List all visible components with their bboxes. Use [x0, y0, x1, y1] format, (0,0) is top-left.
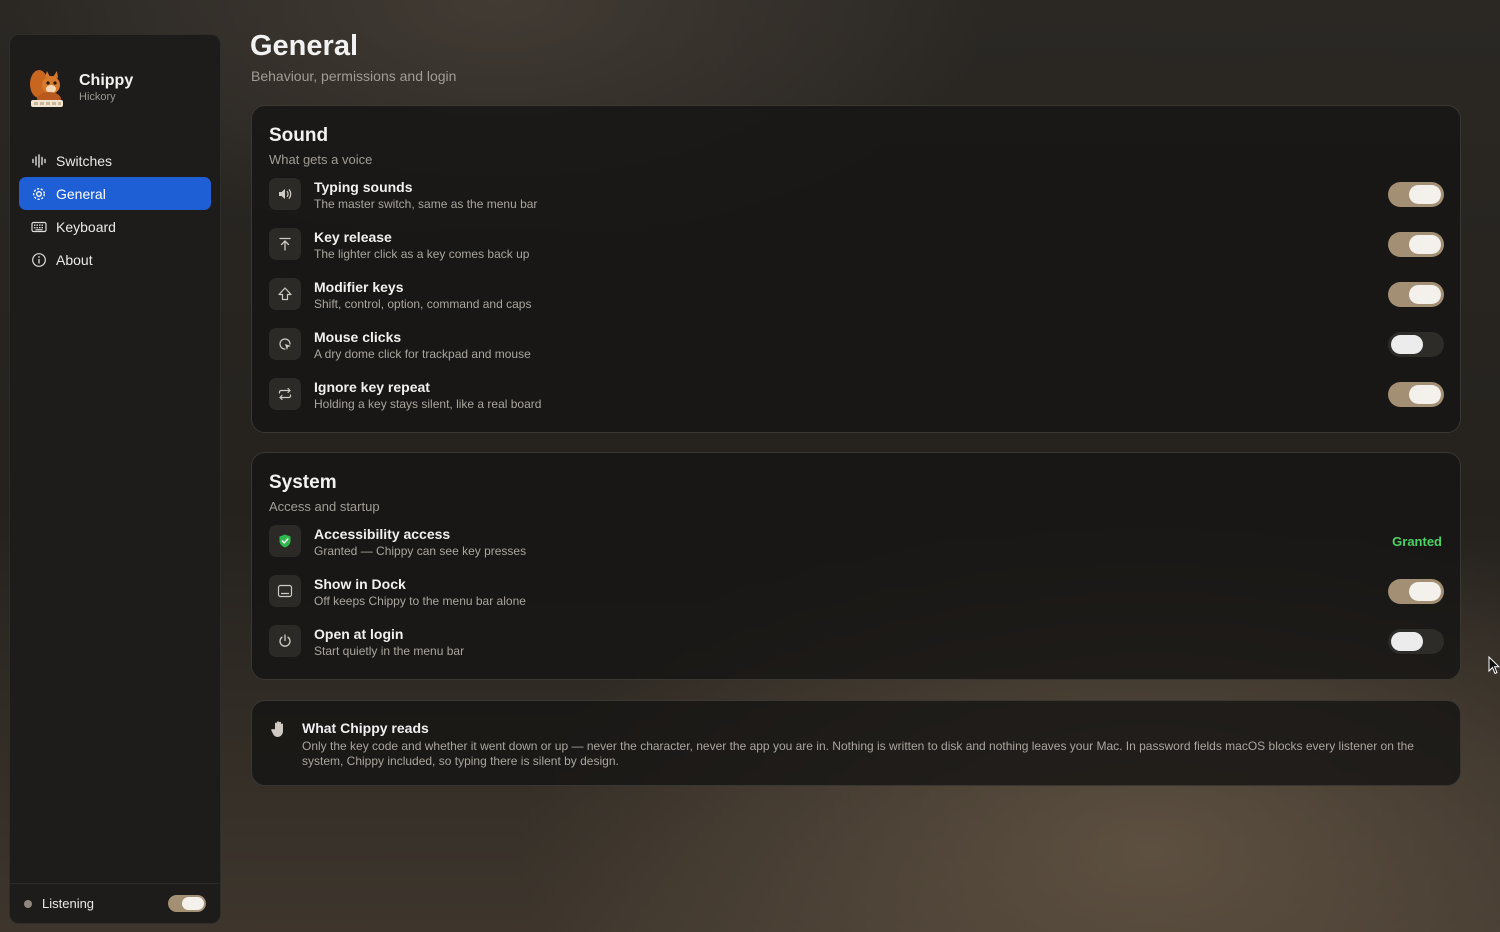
listening-status-dot [24, 899, 32, 908]
page-title: General [250, 30, 358, 62]
key-release-toggle[interactable] [1388, 232, 1444, 257]
row-subtitle: The lighter click as a key comes back up [314, 247, 530, 261]
ignore-key-repeat-toggle[interactable] [1388, 382, 1444, 407]
waveform-icon [31, 153, 47, 169]
row-subtitle: Holding a key stays silent, like a real … [314, 397, 542, 411]
row-subtitle: Start quietly in the menu bar [314, 644, 465, 658]
row-title: Key release [314, 229, 392, 245]
row-title: Ignore key repeat [314, 379, 430, 395]
sidebar-item-label: Switches [56, 152, 113, 169]
power-icon [269, 625, 301, 657]
privacy-title: What Chippy reads [302, 720, 429, 736]
row-title: Modifier keys [314, 279, 404, 295]
mouse-clicks-toggle[interactable] [1388, 332, 1444, 357]
section-subtitle: What gets a voice [269, 152, 373, 167]
accessibility-access-row: Accessibility access Granted — Chippy ca… [269, 525, 1444, 569]
section-title: System [269, 472, 337, 493]
dock-icon [269, 575, 301, 607]
listening-bar: Listening [10, 883, 220, 923]
shift-icon [269, 278, 301, 310]
open-at-login-row: Open at login Start quietly in the menu … [269, 625, 1444, 669]
squirrel-logo-icon [30, 70, 63, 107]
sidebar-item-switches[interactable]: Switches [19, 144, 211, 177]
repeat-icon [269, 378, 301, 410]
accessibility-status: Granted [1392, 534, 1442, 549]
show-in-dock-toggle[interactable] [1388, 579, 1444, 604]
sidebar-item-general[interactable]: General [19, 177, 211, 210]
hand-icon [271, 721, 283, 737]
mouse-cursor-icon [1488, 656, 1500, 675]
row-subtitle: Off keeps Chippy to the menu bar alone [314, 594, 526, 608]
app-brand: Chippy Hickory [27, 68, 133, 108]
row-title: Open at login [314, 626, 404, 642]
row-title: Accessibility access [314, 526, 451, 542]
section-subtitle: Access and startup [269, 499, 380, 514]
row-subtitle: Granted — Chippy can see key presses [314, 544, 527, 558]
gear-icon [31, 186, 47, 202]
shield-check-icon [269, 525, 301, 557]
row-subtitle: Shift, control, option, command and caps [314, 297, 532, 311]
modifier-keys-row: Modifier keys Shift, control, option, co… [269, 278, 1444, 322]
system-section: System Access and startup Accessibility … [251, 452, 1461, 680]
row-subtitle: A dry dome click for trackpad and mouse [314, 347, 531, 361]
modifier-keys-toggle[interactable] [1388, 282, 1444, 307]
show-in-dock-row: Show in Dock Off keeps Chippy to the men… [269, 575, 1444, 619]
sidebar-item-label: Keyboard [56, 218, 116, 235]
sidebar: Chippy Hickory Switches General Keyboard [9, 34, 221, 924]
row-title: Typing sounds [314, 179, 413, 195]
sound-section: Sound What gets a voice Typing sounds Th… [251, 105, 1461, 433]
sidebar-item-keyboard[interactable]: Keyboard [19, 210, 211, 243]
sidebar-item-label: General [56, 185, 106, 202]
arrow-up-to-line-icon [269, 228, 301, 260]
keyboard-icon [31, 219, 47, 235]
info-icon [31, 252, 47, 268]
row-title: Mouse clicks [314, 329, 402, 345]
cursor-click-icon [269, 328, 301, 360]
page-subtitle: Behaviour, permissions and login [251, 68, 457, 84]
typing-sounds-row: Typing sounds The master switch, same as… [269, 178, 1444, 222]
typing-sounds-toggle[interactable] [1388, 182, 1444, 207]
listening-label: Listening [42, 896, 95, 911]
section-title: Sound [269, 125, 329, 146]
row-subtitle: The master switch, same as the menu bar [314, 197, 538, 211]
sidebar-item-about[interactable]: About [19, 243, 211, 276]
sidebar-item-label: About [56, 251, 93, 268]
ignore-key-repeat-row: Ignore key repeat Holding a key stays si… [269, 378, 1444, 422]
privacy-notice: What Chippy reads Only the key code and … [251, 700, 1461, 786]
app-subtitle: Hickory [79, 91, 116, 103]
sidebar-nav: Switches General Keyboard About [19, 144, 211, 276]
open-at-login-toggle[interactable] [1388, 629, 1444, 654]
privacy-body: Only the key code and whether it went do… [302, 739, 1414, 768]
listening-toggle[interactable] [168, 895, 206, 912]
mouse-clicks-row: Mouse clicks A dry dome click for trackp… [269, 328, 1444, 372]
app-name: Chippy [79, 72, 134, 89]
key-release-row: Key release The lighter click as a key c… [269, 228, 1444, 272]
row-title: Show in Dock [314, 576, 406, 592]
speaker-icon [269, 178, 301, 210]
